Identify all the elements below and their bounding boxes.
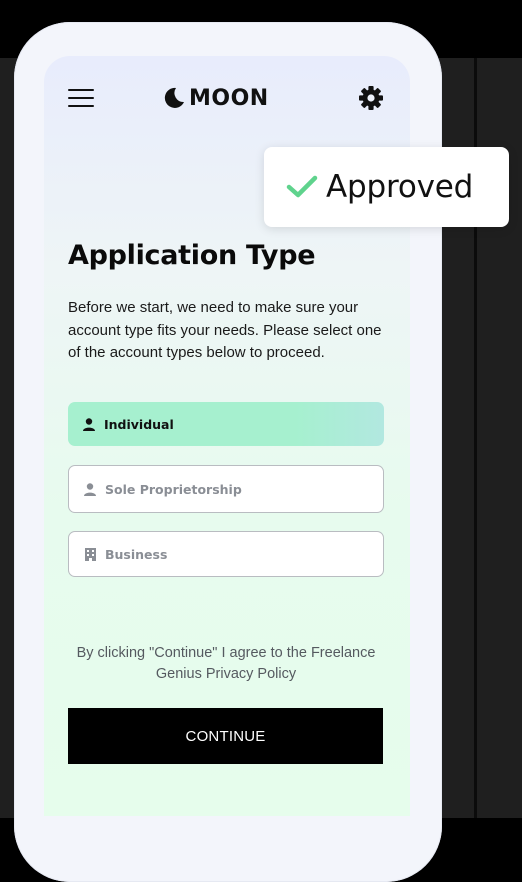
option-label: Business <box>105 546 168 562</box>
logo: MOON <box>162 84 269 112</box>
crescent-moon-icon <box>164 87 184 108</box>
toast-text: Approved <box>326 169 474 205</box>
approved-toast: Approved <box>264 147 509 227</box>
option-individual[interactable]: Individual <box>68 402 384 446</box>
checkmark-icon <box>286 175 318 198</box>
hamburger-menu-icon[interactable] <box>68 88 94 108</box>
gear-icon[interactable] <box>357 84 385 112</box>
option-business[interactable]: Business <box>68 531 384 577</box>
option-label: Individual <box>104 416 174 432</box>
option-sole-proprietorship[interactable]: Sole Proprietorship <box>68 465 384 513</box>
page-title: Application Type <box>68 240 316 271</box>
page-description: Before we start, we need to make sure yo… <box>68 299 382 361</box>
privacy-agreement-text: By clicking "Continue" I agree to the Fr… <box>76 645 376 682</box>
person-icon <box>83 482 97 496</box>
continue-button[interactable]: CONTINUE <box>68 708 383 764</box>
building-icon <box>83 547 97 561</box>
logo-text: MOON <box>189 85 269 111</box>
option-label: Sole Proprietorship <box>105 481 242 497</box>
person-icon <box>82 417 96 431</box>
